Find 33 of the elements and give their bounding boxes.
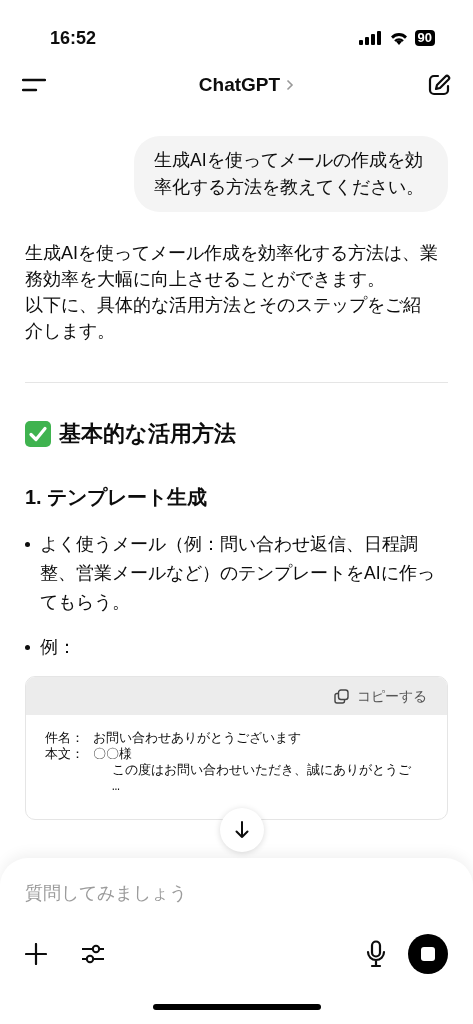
stop-button[interactable] [408, 934, 448, 975]
scroll-down-button[interactable] [220, 808, 264, 852]
code-text: … [112, 779, 120, 795]
compose-icon[interactable] [427, 73, 451, 97]
bullet-icon [25, 645, 30, 650]
bullet-icon [25, 542, 30, 547]
code-text: 〇〇様 [93, 747, 132, 763]
list-item-text: 例： [40, 636, 76, 659]
subsection-heading: 1. テンプレート生成 [24, 485, 209, 510]
microphone-icon[interactable] [366, 940, 386, 969]
status-time: 16:52 [50, 26, 97, 50]
code-text: お問い合わせありがとうございます [93, 731, 301, 747]
menu-icon[interactable] [22, 78, 46, 92]
message-input[interactable]: 質問してみましょう [25, 880, 405, 907]
code-text: この度はお問い合わせいただき、誠にありがとうご [112, 763, 411, 779]
wifi-icon [388, 31, 409, 45]
response-text: 以下に、具体的な活用方法とそのステップをご紹介します。 [25, 294, 422, 343]
user-message: 生成AIを使ってメールの作成を効率化する方法を教えてください。 [134, 136, 448, 212]
section-heading: 基本的な活用方法 [59, 420, 236, 448]
chevron-icon[interactable] [286, 79, 295, 91]
stop-icon [421, 947, 435, 962]
response-text: 生成AIを使ってメール作成を効率化する方法は、業務効率を大幅に向上させることができます。 [25, 242, 438, 291]
check-icon [25, 420, 51, 447]
signal-icon [358, 31, 383, 45]
plus-icon[interactable] [25, 943, 47, 966]
code-label: 件名： [45, 731, 85, 747]
code-label: 本文： [45, 747, 85, 763]
copy-button[interactable]: コピーする [334, 685, 427, 707]
app-title[interactable]: ChatGPT [198, 70, 281, 100]
list-item-text: よく使うメール（例：問い合わせ返信、日程調整、営業メールなど）のテンプレートをAIに作ってもらう。 [40, 533, 436, 614]
down-arrow-icon [235, 821, 249, 839]
battery-level: 90 [414, 30, 435, 46]
copy-icon [334, 688, 349, 704]
